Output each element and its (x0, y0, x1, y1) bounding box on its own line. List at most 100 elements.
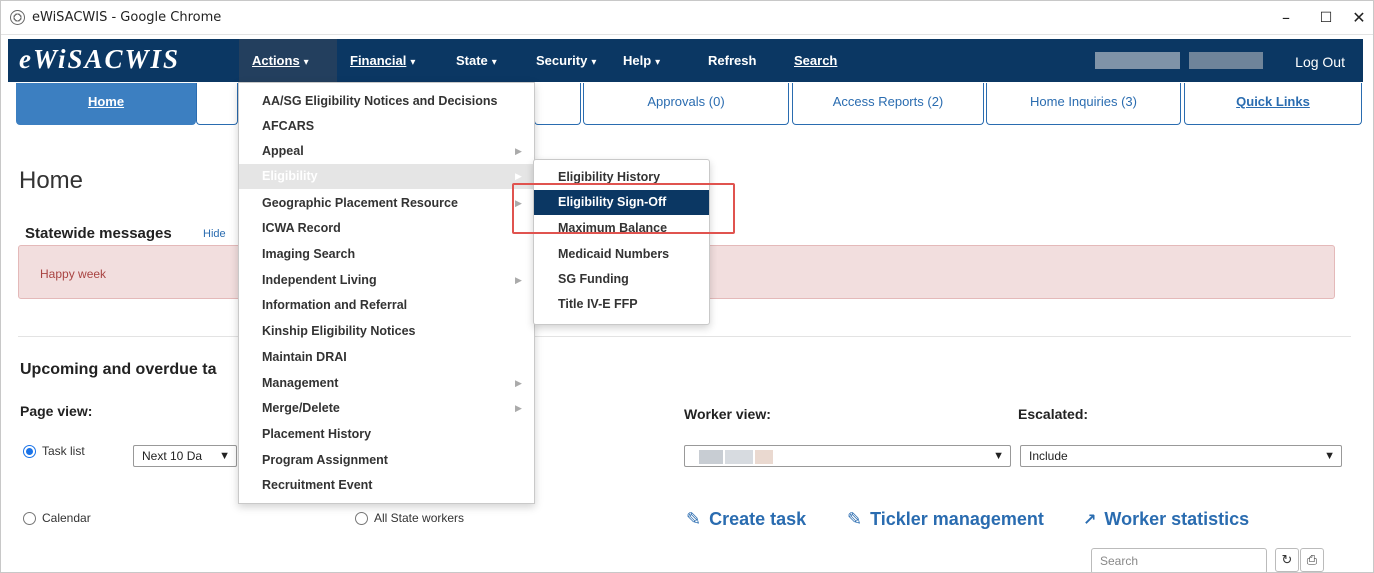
radio-calendar[interactable]: Calendar (23, 511, 91, 525)
user-role-redacted (1189, 52, 1263, 69)
app-logo: eWiSACWIS (19, 44, 181, 74)
menu-item-appeal[interactable]: Appeal ▶ (239, 139, 534, 164)
chevron-down-icon: ▼ (993, 450, 1004, 462)
nav-state[interactable]: State ▾ (456, 39, 497, 82)
menu-item-label: AA/SG Eligibility Notices and Decisions (262, 94, 498, 108)
submenu-item-sg-funding[interactable]: SG Funding (534, 267, 709, 292)
nav-actions[interactable]: Actions ▾ (239, 39, 337, 82)
tickler-management-label: Tickler management (870, 509, 1044, 529)
radio-calendar-label: Calendar (42, 511, 91, 525)
search-input[interactable]: Search (1091, 548, 1267, 572)
menu-item-placement-history[interactable]: Placement History (239, 422, 534, 447)
menu-item-recruitment-event[interactable]: Recruitment Event (239, 473, 534, 498)
menu-item-imaging-search[interactable]: Imaging Search (239, 242, 534, 267)
menu-item-label: Management (262, 376, 339, 390)
nav-refresh[interactable]: Refresh (708, 39, 756, 82)
nav-help[interactable]: Help ▾ (623, 39, 660, 82)
tab-home-label: Home (87, 94, 125, 109)
menu-item-program-assignment[interactable]: Program Assignment (239, 448, 534, 473)
menu-item-label: Eligibility (262, 169, 318, 183)
menu-item-afcars[interactable]: AFCARS (239, 114, 534, 139)
statewide-message-text: Happy week (40, 267, 107, 281)
radio-all-state-label: All State workers (374, 511, 465, 525)
chevron-down-icon: ▾ (303, 57, 309, 68)
radio-checked-icon (23, 444, 36, 458)
close-button[interactable]: ✕ (1339, 4, 1373, 32)
browser-window: eWiSACWIS - Google Chrome – ☐ ✕ eWiSACWI… (0, 0, 1374, 573)
menu-item-label: AFCARS (262, 119, 315, 133)
create-task-label: Create task (709, 509, 807, 529)
nav-security-label: Security (536, 53, 588, 68)
tab-home-inquiries[interactable]: Home Inquiries (3) (986, 83, 1181, 125)
user-name-redacted (1095, 52, 1180, 69)
chrome-icon (10, 10, 25, 25)
menu-item-label: Imaging Search (262, 247, 356, 261)
worker-view-label: Worker view: (684, 406, 771, 422)
radio-all-state-workers[interactable]: All State workers (355, 511, 464, 525)
edit-icon: ✎ (847, 509, 863, 529)
create-task-link[interactable]: ✎ Create task (686, 509, 806, 530)
menu-item-independent-living[interactable]: Independent Living ▶ (239, 268, 534, 293)
print-button[interactable]: ⎙ (1300, 548, 1324, 572)
menu-item-management[interactable]: Management ▶ (239, 371, 534, 396)
refresh-button[interactable]: ↻ (1275, 548, 1299, 572)
tab-approvals[interactable]: Approvals (0) (583, 83, 789, 125)
tab-hidden-2[interactable] (534, 83, 581, 125)
main-navbar: eWiSACWIS Actions ▾ Financial ▾ State ▾ Sec… (8, 39, 1363, 82)
tab-home[interactable]: Home (16, 83, 196, 125)
hide-messages-link[interactable]: Hide (203, 228, 226, 240)
chevron-down-icon: ▼ (219, 450, 230, 462)
radio-unchecked-icon (23, 511, 36, 525)
radio-task-list[interactable]: Task list (23, 444, 85, 458)
nav-financial-label: Financial (350, 53, 407, 68)
page-title: Home (19, 167, 84, 194)
menu-item-kinship-eligibility[interactable]: Kinship Eligibility Notices (239, 319, 534, 344)
menu-item-label: Appeal (262, 144, 304, 158)
tab-quick-links-label: Quick Links (1236, 94, 1310, 109)
nav-search[interactable]: Search (794, 39, 837, 82)
menu-item-maintain-drai[interactable]: Maintain DRAI (239, 345, 534, 370)
period-select[interactable]: Next 10 Da ▼ (133, 445, 237, 467)
actions-dropdown-menu: AA/SG Eligibility Notices and Decisions … (238, 82, 535, 504)
window-title: eWiSACWIS - Google Chrome (32, 10, 222, 25)
escalated-select[interactable]: Include ▼ (1020, 445, 1342, 467)
menu-item-label: Program Assignment (262, 453, 388, 467)
nav-financial[interactable]: Financial ▾ (350, 39, 415, 82)
redacted-value (755, 450, 773, 464)
window-titlebar: eWiSACWIS - Google Chrome – ☐ ✕ (1, 1, 1373, 35)
logout-link[interactable]: Log Out (1295, 39, 1345, 82)
worker-view-select[interactable]: ▼ (684, 445, 1011, 467)
menu-item-eligibility[interactable]: Eligibility ▶ (239, 164, 534, 189)
chevron-down-icon: ▾ (591, 57, 597, 68)
menu-item-information-referral[interactable]: Information and Referral (239, 293, 534, 318)
menu-item-label: Geographic Placement Resource (262, 196, 458, 210)
submenu-item-medicaid-numbers[interactable]: Medicaid Numbers (534, 242, 709, 267)
redacted-value (725, 450, 753, 464)
tab-hidden[interactable] (196, 83, 238, 125)
menu-item-aa-sg-eligibility[interactable]: AA/SG Eligibility Notices and Decisions (239, 89, 534, 114)
tab-access-reports[interactable]: Access Reports (2) (792, 83, 984, 125)
menu-item-icwa-record[interactable]: ICWA Record (239, 216, 534, 241)
tab-quick-links[interactable]: Quick Links (1184, 83, 1362, 125)
print-icon: ⎙ (1306, 552, 1318, 567)
nav-help-label: Help (623, 53, 652, 68)
chevron-right-icon: ▶ (515, 378, 522, 388)
chevron-right-icon: ▶ (515, 275, 522, 285)
minimize-button[interactable]: – (1266, 4, 1306, 32)
menu-item-label: Recruitment Event (262, 478, 373, 492)
chevron-down-icon: ▾ (410, 57, 416, 68)
menu-item-geographic-placement[interactable]: Geographic Placement Resource ▶ (239, 191, 534, 216)
refresh-icon: ↻ (1281, 552, 1293, 567)
nav-security[interactable]: Security ▾ (536, 39, 596, 82)
edit-icon: ✎ (686, 509, 702, 529)
highlight-annotation-box (512, 183, 735, 234)
menu-item-merge-delete[interactable]: Merge/Delete ▶ (239, 396, 534, 421)
divider (18, 336, 1351, 337)
worker-statistics-link[interactable]: ↗ Worker statistics (1083, 509, 1249, 530)
submenu-item-title-iv-e-ffp[interactable]: Title IV-E FFP (534, 292, 709, 317)
nav-actions-label: Actions (252, 53, 300, 68)
chevron-down-icon: ▾ (655, 57, 661, 68)
chevron-right-icon: ▶ (515, 146, 522, 156)
tickler-management-link[interactable]: ✎ Tickler management (847, 509, 1044, 530)
escalated-select-value: Include (1029, 449, 1068, 463)
